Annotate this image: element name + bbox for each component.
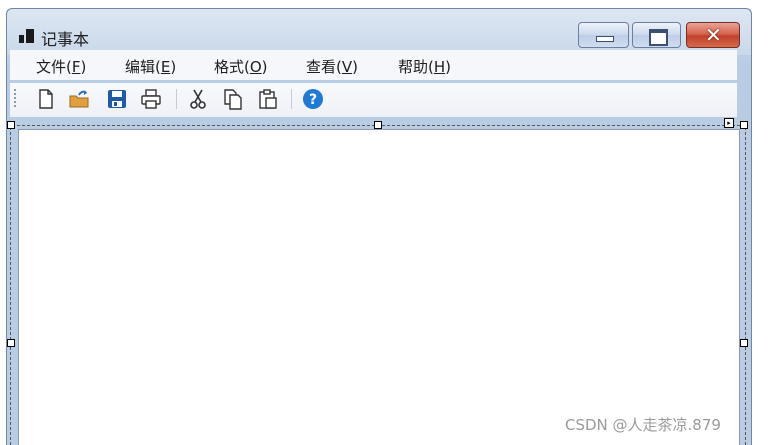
- svg-text:?: ?: [309, 92, 317, 108]
- menu-view[interactable]: 查看(V): [306, 56, 358, 77]
- resize-handle-middle-left[interactable]: [7, 339, 15, 347]
- paste-icon[interactable]: [256, 87, 280, 111]
- copy-icon[interactable]: [221, 87, 245, 111]
- maximize-button[interactable]: [632, 22, 681, 48]
- toolbar: ?: [10, 83, 737, 117]
- open-folder-icon[interactable]: [67, 87, 91, 111]
- app-icon: [19, 29, 35, 45]
- title-bar[interactable]: 记事本 ✕: [7, 9, 751, 55]
- selection-border-left: [10, 122, 12, 445]
- minimize-button[interactable]: [578, 22, 629, 48]
- maximize-icon: [649, 29, 668, 46]
- help-icon[interactable]: ?: [301, 87, 325, 111]
- watermark: CSDN @人走茶凉.879: [565, 416, 721, 434]
- toolbar-separator: [176, 89, 177, 109]
- menu-edit[interactable]: 编辑(E): [125, 56, 176, 77]
- toolbar-separator: [291, 89, 292, 109]
- smart-tag-arrow-icon[interactable]: ▸: [724, 118, 734, 128]
- cut-icon[interactable]: [186, 87, 210, 111]
- menu-file[interactable]: 文件(F): [36, 56, 86, 77]
- new-document-icon[interactable]: [34, 87, 58, 111]
- selection-border-right: [745, 122, 747, 445]
- close-icon: ✕: [705, 23, 722, 47]
- resize-handle-middle-right[interactable]: [740, 339, 748, 347]
- text-editor[interactable]: [18, 129, 740, 445]
- print-icon[interactable]: [139, 87, 163, 111]
- window-title: 记事本: [41, 30, 90, 49]
- minimize-icon: [596, 36, 614, 42]
- toolbar-grip[interactable]: [14, 89, 16, 109]
- close-button[interactable]: ✕: [686, 22, 740, 48]
- menu-bar: 文件(F) 编辑(E) 格式(O) 查看(V) 帮助(H): [10, 50, 737, 80]
- resize-handle-top-right[interactable]: [740, 121, 748, 129]
- save-icon[interactable]: [105, 87, 129, 111]
- menu-help[interactable]: 帮助(H): [398, 56, 451, 77]
- resize-handle-top-left[interactable]: [7, 121, 15, 129]
- resize-handle-top-center[interactable]: [374, 121, 382, 129]
- menu-format[interactable]: 格式(O): [214, 56, 268, 77]
